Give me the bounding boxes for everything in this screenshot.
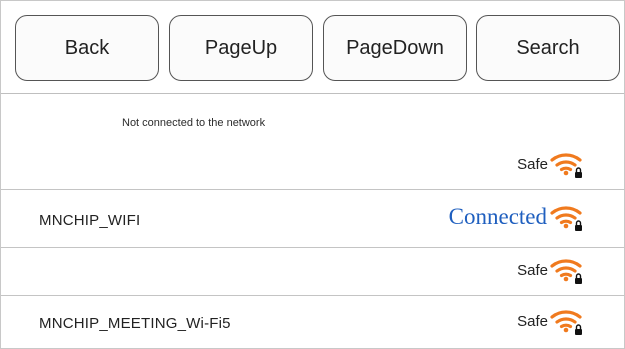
network-row[interactable]: Safe [1,248,624,296]
wifi-locked-icon [550,306,586,336]
security-label: Safe [517,312,548,330]
network-signal: Safe [517,255,586,285]
connected-label: Connected [448,204,547,229]
security-label: Safe [517,155,548,173]
back-button[interactable]: Back [15,15,159,81]
wifi-locked-icon [550,255,586,285]
network-name: MNCHIP_MEETING_Wi-Fi5 [39,315,231,332]
search-button[interactable]: Search [476,15,620,81]
page-down-button[interactable]: PageDown [323,15,467,81]
status-signal: Safe [517,149,586,179]
connection-status-row: Not connected to the network Safe [1,93,624,190]
wifi-locked-icon [550,149,586,179]
page-up-button[interactable]: PageUp [169,15,313,81]
security-label: Safe [517,261,548,279]
network-row[interactable]: MNCHIP_WIFI Connected [1,190,624,248]
wifi-locked-icon [550,202,586,232]
network-row[interactable]: MNCHIP_MEETING_Wi-Fi5 Safe [1,296,624,348]
connection-status-text: Not connected to the network [122,117,266,129]
network-signal: Connected [449,202,586,232]
network-name: MNCHIP_WIFI [39,212,141,229]
network-signal: Safe [517,306,586,336]
wifi-window: Back PageUp PageDown Search Not connecte… [0,0,625,349]
toolbar: Back PageUp PageDown Search [1,1,624,94]
